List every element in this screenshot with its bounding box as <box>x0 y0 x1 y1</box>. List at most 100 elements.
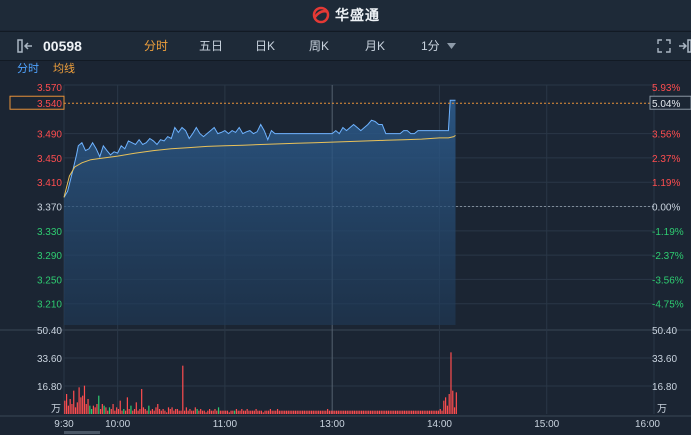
volume-bar <box>82 395 84 414</box>
price-tick-label: 3.410 <box>37 178 62 189</box>
volume-bar <box>162 409 164 414</box>
volume-bar <box>139 409 141 414</box>
time-tick-label: 15:00 <box>534 419 559 430</box>
exit-panel-icon[interactable] <box>678 38 691 54</box>
price-tick-label: 3.330 <box>37 227 62 238</box>
subtab-average-line[interactable]: 均线 <box>53 60 75 80</box>
volume-bar <box>119 400 121 414</box>
volume-bar <box>325 410 327 414</box>
tab-monthly-k[interactable]: 月K <box>365 32 385 60</box>
time-tick-label: 10:00 <box>105 419 130 430</box>
volume-bar <box>201 410 204 414</box>
volume-bar <box>83 385 86 414</box>
time-scrollbar-thumb[interactable] <box>64 431 100 434</box>
volume-bar <box>273 410 275 414</box>
percent-tick-label: 1.19% <box>652 178 680 189</box>
volume-bar <box>430 410 432 414</box>
volume-bar <box>235 409 238 414</box>
volume-tick-label: 50.40 <box>37 326 62 337</box>
volume-bar <box>332 410 334 414</box>
volume-bar <box>133 409 136 414</box>
volume-bar <box>164 410 166 414</box>
volume-bar <box>110 409 112 414</box>
volume-bar <box>389 410 391 414</box>
volume-bar <box>203 410 205 414</box>
expand-icon[interactable] <box>657 39 671 53</box>
volume-bar <box>368 410 370 414</box>
volume-bar <box>180 410 182 414</box>
volume-bar <box>124 410 127 414</box>
percent-tick-label: -2.37% <box>652 251 684 262</box>
volume-bar <box>189 409 191 414</box>
price-tick-label: 3.290 <box>37 251 62 262</box>
volume-bar <box>248 410 250 414</box>
volume-bar <box>253 410 255 414</box>
volume-bar <box>386 410 388 414</box>
tab-daily-k[interactable]: 日K <box>255 32 275 60</box>
volume-bar <box>268 410 270 414</box>
volume-bar <box>396 410 398 414</box>
tab-five-day[interactable]: 五日 <box>199 32 223 60</box>
volume-bar <box>357 410 359 414</box>
volume-bar <box>264 410 266 414</box>
brand-name: 华盛通 <box>335 7 380 23</box>
chevron-down-icon[interactable] <box>447 43 456 49</box>
subtab-intraday[interactable]: 分时 <box>17 60 39 80</box>
volume-bar <box>441 410 443 414</box>
volume-bar <box>341 410 343 414</box>
volume-bar <box>221 410 223 414</box>
volume-bar <box>187 410 189 414</box>
volume-bar <box>285 410 288 414</box>
volume-bar <box>207 410 209 414</box>
tab-one-minute[interactable]: 1分 <box>421 32 440 60</box>
volume-bar <box>153 410 155 414</box>
volume-bar <box>289 410 291 414</box>
volume-bar <box>157 404 159 414</box>
volume-bar <box>434 410 436 414</box>
volume-bar <box>103 405 105 414</box>
volume-bar <box>89 405 91 414</box>
volume-bar <box>65 394 68 414</box>
volume-bar <box>407 410 409 414</box>
price-tick-label: 3.210 <box>37 300 62 311</box>
volume-bar <box>418 410 420 414</box>
price-tick-label: 3.570 <box>37 83 62 94</box>
volume-bar <box>284 410 286 414</box>
volume-bar <box>121 410 123 414</box>
volume-bar <box>255 409 257 414</box>
volume-bar <box>239 410 241 414</box>
volume-bar <box>366 410 368 414</box>
volume-bar <box>141 389 143 414</box>
volume-bar <box>425 410 427 414</box>
volume-bar <box>260 410 263 414</box>
volume-bar <box>251 410 254 414</box>
tab-weekly-k[interactable]: 周K <box>309 32 329 60</box>
volume-bar <box>369 410 372 414</box>
volume-tick-label-right: 50.40 <box>652 326 677 337</box>
volume-bar <box>137 410 139 414</box>
volume-bar <box>348 410 350 414</box>
volume-bar <box>353 410 356 414</box>
volume-bar <box>69 399 71 414</box>
price-tick-label: 3.490 <box>37 130 62 141</box>
collapse-panel-icon[interactable] <box>16 38 36 54</box>
volume-unit-label-right: 万 <box>657 404 667 415</box>
volume-bar <box>76 402 78 414</box>
volume-bar <box>78 387 80 414</box>
volume-bar <box>64 400 66 414</box>
volume-bar <box>318 410 320 414</box>
volume-bar <box>228 412 230 414</box>
volume-bar <box>132 410 134 414</box>
volume-bar <box>300 410 302 414</box>
app-header: 华盛通 <box>0 0 691 30</box>
volume-bar <box>305 410 307 414</box>
volume-tick-label-right: 33.60 <box>652 354 677 365</box>
tab-intraday[interactable]: 分时 <box>144 32 168 60</box>
volume-bar <box>298 410 300 414</box>
volume-bar <box>307 410 309 414</box>
volume-bar <box>98 395 100 414</box>
volume-bar <box>362 410 364 414</box>
volume-bar <box>421 410 423 414</box>
volume-bar <box>214 409 216 414</box>
volume-bar <box>246 409 248 414</box>
